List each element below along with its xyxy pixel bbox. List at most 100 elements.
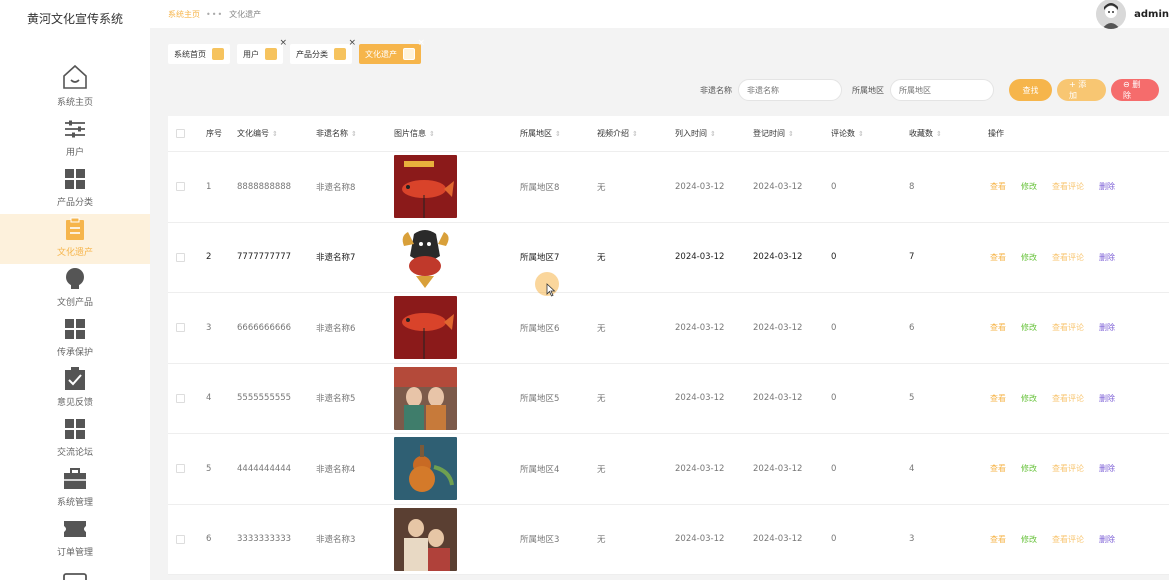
row-delete-button[interactable]: 删除 bbox=[1099, 181, 1115, 192]
user-menu[interactable]: admin bbox=[1096, 0, 1169, 29]
row-listed-date: 2024-03-12 bbox=[675, 393, 725, 404]
header-image[interactable]: 图片信息 ⇕ bbox=[394, 128, 435, 139]
edit-button[interactable]: 修改 bbox=[1021, 534, 1037, 545]
header-region[interactable]: 所属地区 ⇕ bbox=[520, 128, 561, 139]
row-favorites: 7 bbox=[909, 252, 915, 263]
header-comments[interactable]: 评论数 ⇕ bbox=[831, 128, 864, 139]
edit-button[interactable]: 修改 bbox=[1021, 393, 1037, 404]
region-search-input[interactable] bbox=[890, 79, 994, 101]
add-button[interactable]: + 添加 bbox=[1057, 79, 1106, 101]
header-registered-date[interactable]: 登记时间 ⇕ bbox=[753, 128, 794, 139]
header-index: 序号 bbox=[206, 129, 222, 138]
view-button[interactable]: 查看 bbox=[990, 393, 1006, 404]
header-label: 收藏数 bbox=[909, 129, 933, 138]
view-comments-button[interactable]: 查看评论 bbox=[1052, 181, 1084, 192]
view-comments-button[interactable]: 查看评论 bbox=[1052, 534, 1084, 545]
view-button[interactable]: 查看 bbox=[990, 534, 1006, 545]
tab-cultural-heritage[interactable]: 文化遗产 × bbox=[359, 38, 425, 64]
row-listed-date: 2024-03-12 bbox=[675, 534, 725, 545]
header-listed-date[interactable]: 列入时间 ⇕ bbox=[675, 128, 716, 139]
tab-bar: 系统首页 用户 × 产品分类 × 文化遗产 × bbox=[168, 38, 428, 64]
row-delete-button[interactable]: 删除 bbox=[1099, 463, 1115, 474]
row-checkbox[interactable] bbox=[176, 393, 185, 403]
tab-indicator-icon bbox=[265, 48, 277, 60]
sidebar-item-feedback[interactable]: 意见反馈 bbox=[0, 364, 150, 414]
header-favorites[interactable]: 收藏数 ⇕ bbox=[909, 128, 942, 139]
sidebar-item-inheritance-protection[interactable]: 传承保护 bbox=[0, 314, 150, 364]
view-button[interactable]: 查看 bbox=[990, 181, 1006, 192]
row-index: 4 bbox=[206, 393, 212, 404]
edit-button[interactable]: 修改 bbox=[1021, 252, 1037, 263]
view-comments-button[interactable]: 查看评论 bbox=[1052, 463, 1084, 474]
top-bar: 系统主页 ••• 文化遗产 admin bbox=[150, 0, 1169, 29]
row-image[interactable] bbox=[394, 296, 457, 360]
sidebar-item-home[interactable]: 系统主页 bbox=[0, 38, 150, 114]
sidebar-item-product-category[interactable]: 产品分类 bbox=[0, 164, 150, 214]
breadcrumb-home[interactable]: 系统主页 bbox=[168, 9, 200, 20]
sidebar-item-system-management[interactable]: 系统管理 bbox=[0, 464, 150, 514]
row-checkbox[interactable] bbox=[176, 534, 185, 544]
header-label: 列入时间 bbox=[675, 129, 707, 138]
edit-button[interactable]: 修改 bbox=[1021, 181, 1037, 192]
row-checkbox[interactable] bbox=[176, 252, 185, 262]
tab-product-category[interactable]: 产品分类 × bbox=[290, 38, 356, 64]
row-comments: 0 bbox=[831, 534, 837, 545]
view-button[interactable]: 查看 bbox=[990, 322, 1006, 333]
check-box-icon bbox=[63, 367, 87, 391]
row-actions: 查看 修改 查看评论 删除 bbox=[990, 322, 1130, 333]
sidebar-item-forum[interactable]: 交流论坛 bbox=[0, 414, 150, 464]
row-delete-button[interactable]: 删除 bbox=[1099, 393, 1115, 404]
row-checkbox[interactable] bbox=[176, 182, 185, 192]
header-name[interactable]: 非遗名称 ⇕ bbox=[316, 128, 357, 139]
edit-button[interactable]: 修改 bbox=[1021, 463, 1037, 474]
row-checkbox[interactable] bbox=[176, 323, 185, 333]
row-image[interactable] bbox=[394, 155, 457, 219]
view-comments-button[interactable]: 查看评论 bbox=[1052, 252, 1084, 263]
row-name: 非遗名称8 bbox=[316, 182, 356, 193]
row-registered-date: 2024-03-12 bbox=[753, 322, 803, 333]
edit-button[interactable]: 修改 bbox=[1021, 322, 1037, 333]
sort-icon: ⇕ bbox=[788, 130, 794, 138]
tab-indicator-icon bbox=[212, 48, 224, 60]
row-image[interactable] bbox=[394, 225, 457, 289]
ticket-icon bbox=[63, 517, 87, 541]
row-checkbox[interactable] bbox=[176, 464, 185, 474]
view-button[interactable]: 查看 bbox=[990, 252, 1006, 263]
sidebar-item-cultural-heritage[interactable]: 文化遗产 bbox=[0, 214, 150, 264]
row-image[interactable] bbox=[394, 366, 457, 430]
row-listed-date: 2024-03-12 bbox=[675, 322, 725, 333]
row-delete-button[interactable]: 删除 bbox=[1099, 322, 1115, 333]
sidebar-item-users[interactable]: 用户 bbox=[0, 114, 150, 164]
search-button[interactable]: 查找 bbox=[1009, 79, 1052, 101]
card-icon bbox=[63, 573, 87, 580]
view-comments-button[interactable]: 查看评论 bbox=[1052, 393, 1084, 404]
delete-button[interactable]: ⊖ 删除 bbox=[1111, 79, 1159, 101]
search-bar: 非遗名称 所属地区 查找 + 添加 ⊖ 删除 bbox=[700, 79, 1159, 101]
view-comments-button[interactable]: 查看评论 bbox=[1052, 322, 1084, 333]
row-region: 所属地区3 bbox=[520, 535, 560, 546]
close-icon[interactable]: × bbox=[348, 38, 356, 48]
row-image[interactable] bbox=[394, 507, 457, 571]
header-video[interactable]: 视频介绍 ⇕ bbox=[597, 128, 638, 139]
header-code[interactable]: 文化编号 ⇕ bbox=[237, 128, 278, 139]
sidebar-item-creative-products[interactable]: 文创产品 bbox=[0, 264, 150, 314]
row-favorites: 6 bbox=[909, 322, 915, 333]
row-registered-date: 2024-03-12 bbox=[753, 181, 803, 192]
row-comments: 0 bbox=[831, 252, 837, 263]
tab-home[interactable]: 系统首页 bbox=[168, 44, 230, 64]
row-region: 所属地区4 bbox=[520, 464, 560, 475]
close-icon[interactable]: × bbox=[279, 38, 287, 48]
close-icon[interactable]: × bbox=[417, 38, 425, 48]
name-search-input[interactable] bbox=[738, 79, 842, 101]
select-all-checkbox[interactable] bbox=[176, 129, 185, 138]
sidebar-item-orders[interactable]: 订单管理 bbox=[0, 514, 150, 564]
view-button[interactable]: 查看 bbox=[990, 463, 1006, 474]
row-image[interactable] bbox=[394, 437, 457, 501]
row-comments: 0 bbox=[831, 181, 837, 192]
row-delete-button[interactable]: 删除 bbox=[1099, 534, 1115, 545]
row-code: 7777777777 bbox=[237, 252, 292, 263]
tab-users[interactable]: 用户 × bbox=[237, 38, 287, 64]
heritage-table: 序号 文化编号 ⇕ 非遗名称 ⇕ 图片信息 ⇕ 所属地区 ⇕ 视频介绍 ⇕ 列入时间 ⇕ 登… bbox=[168, 116, 1169, 575]
sidebar-item-more[interactable] bbox=[0, 564, 150, 580]
row-delete-button[interactable]: 删除 bbox=[1099, 252, 1115, 263]
